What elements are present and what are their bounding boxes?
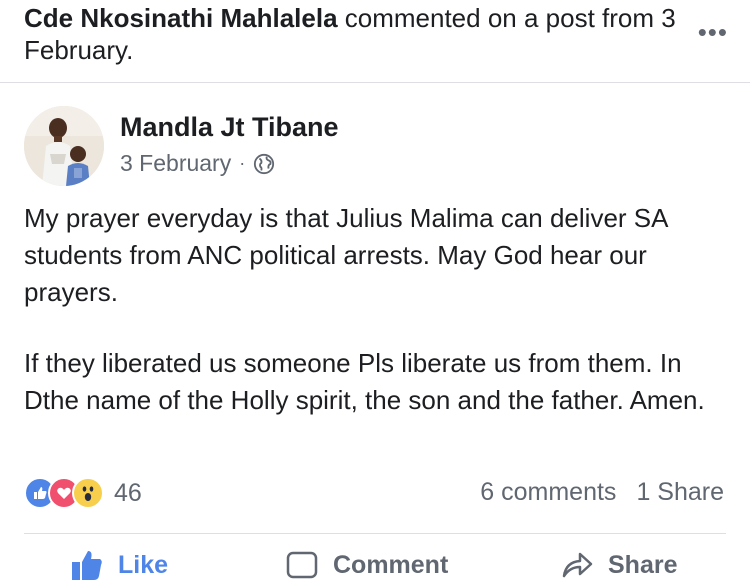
share-label: Share (608, 550, 678, 579)
activity-actor[interactable]: Cde Nkosinathi Mahlalela (24, 3, 338, 33)
post-stats: 6 comments 1 Share (480, 478, 724, 507)
post-date[interactable]: 3 February (120, 150, 231, 177)
comment-label: Comment (333, 550, 449, 579)
post-paragraph: My prayer everyday is that Julius Malima… (24, 203, 668, 307)
reaction-count: 46 (114, 478, 142, 507)
comment-icon (286, 551, 318, 579)
wow-reaction-icon (72, 477, 104, 509)
meta-separator: · (239, 153, 246, 173)
comments-count-link[interactable]: 6 comments (480, 478, 616, 507)
avatar[interactable] (24, 106, 104, 186)
post-author[interactable]: Mandla Jt Tibane (120, 112, 339, 143)
post-paragraph: If they liberated us someone Pls liberat… (24, 348, 705, 415)
post-body: My prayer everyday is that Julius Malima… (24, 200, 732, 453)
like-label: Like (118, 550, 169, 579)
share-button[interactable]: Share (560, 548, 677, 582)
shares-count-link[interactable]: 1 Share (636, 478, 724, 507)
like-button[interactable]: Like (70, 548, 168, 582)
action-bar: Like Comment Share (0, 548, 750, 588)
divider (0, 82, 750, 83)
share-icon (562, 552, 593, 578)
divider (24, 533, 726, 534)
more-options-icon[interactable]: ••• (698, 19, 728, 45)
reactions-summary[interactable]: 46 (24, 476, 142, 510)
globe-icon (254, 153, 275, 174)
activity-header: Cde Nkosinathi Mahlalela commented on a … (24, 2, 684, 66)
comment-button[interactable]: Comment (285, 548, 448, 582)
thumbs-up-icon (72, 551, 102, 580)
post-meta: 3 February · (120, 150, 275, 177)
